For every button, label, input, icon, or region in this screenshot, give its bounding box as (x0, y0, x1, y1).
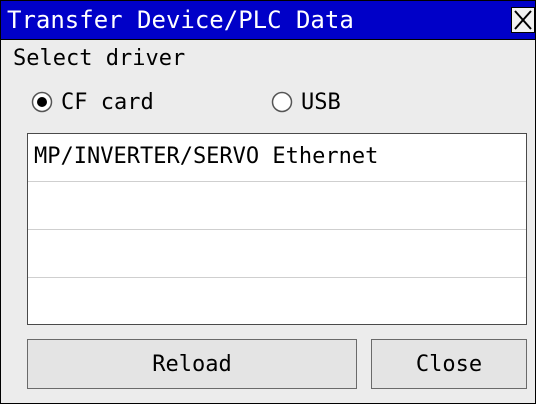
close-button[interactable]: Close (371, 339, 527, 389)
close-icon[interactable] (511, 7, 535, 33)
list-item[interactable] (28, 230, 526, 278)
radio-usb[interactable]: USB (271, 87, 341, 117)
reload-button[interactable]: Reload (27, 339, 357, 389)
list-item[interactable] (28, 278, 526, 326)
transfer-dialog: Transfer Device/PLC Data Select driver C… (0, 0, 536, 404)
select-driver-label: Select driver (13, 46, 186, 71)
list-item[interactable] (28, 182, 526, 230)
radio-cf-card-label: CF card (61, 89, 154, 115)
list-item[interactable]: MP/INVERTER/SERVO Ethernet (28, 134, 526, 182)
radio-selected-icon (31, 91, 53, 113)
driver-list[interactable]: MP/INVERTER/SERVO Ethernet (27, 133, 527, 325)
window-title: Transfer Device/PLC Data (7, 6, 354, 34)
radio-usb-label: USB (301, 89, 341, 115)
radio-cf-card[interactable]: CF card (31, 87, 154, 117)
radio-unselected-icon (271, 91, 293, 113)
title-bar: Transfer Device/PLC Data (1, 1, 535, 40)
